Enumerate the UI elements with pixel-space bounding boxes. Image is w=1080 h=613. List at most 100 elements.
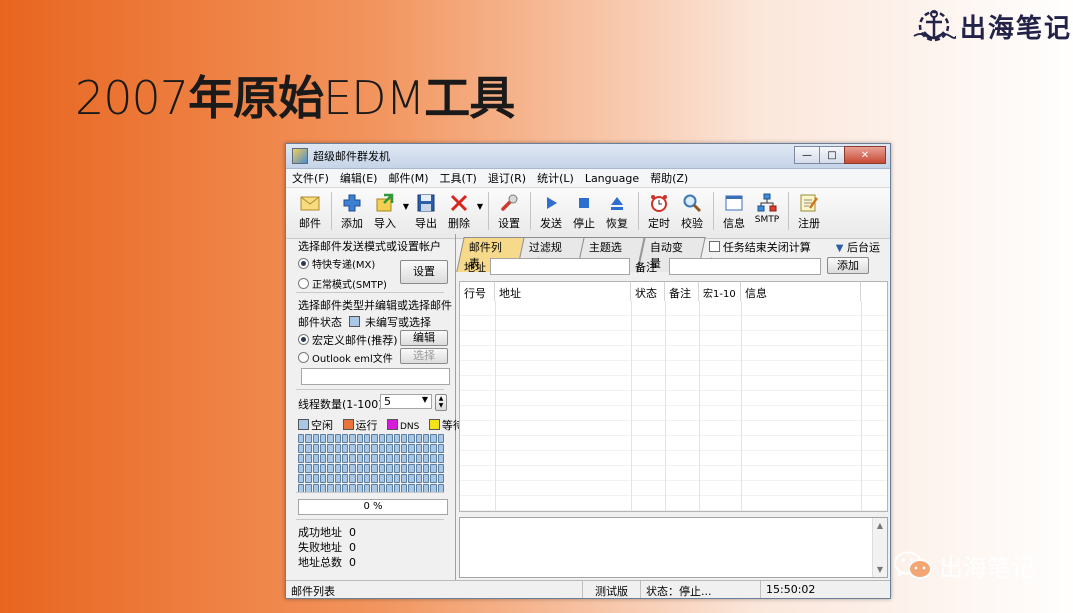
thread-cell: [320, 474, 327, 483]
column-header[interactable]: 状态: [631, 282, 665, 302]
note-label: 备注: [635, 261, 657, 274]
maximize-button[interactable]: □: [819, 146, 845, 164]
thread-cell: [312, 474, 320, 483]
worker-legend: 空闲 运行 DNS 等待: [298, 417, 464, 433]
thread-cell: [400, 434, 408, 443]
menu-language[interactable]: Language: [585, 172, 639, 185]
title-bar[interactable]: 超级邮件群发机 — □ ✕: [286, 144, 890, 169]
thread-cell: [320, 444, 327, 453]
column-header[interactable]: 备注: [665, 282, 699, 302]
thread-cell: [349, 474, 356, 483]
export-button[interactable]: 导出: [410, 192, 442, 231]
column-header[interactable]: 信息: [741, 282, 861, 302]
mail-status: 邮件状态 未编写或选择: [298, 316, 431, 329]
close-button[interactable]: ✕: [844, 146, 886, 164]
thread-cell: [320, 434, 327, 443]
checkbox: [708, 240, 720, 252]
brand-name: 出海笔记: [959, 13, 1072, 44]
menu-unsubscribe[interactable]: 退订(R): [488, 170, 526, 186]
thread-cell: [378, 464, 386, 473]
macro-mail-radio[interactable]: 宏定义邮件(推荐): [298, 332, 398, 348]
thread-cell: [422, 474, 430, 483]
column-header[interactable]: 宏1-10: [699, 282, 741, 302]
outlook-mail-radio[interactable]: Outlook eml文件: [298, 350, 393, 365]
send-button[interactable]: 发送: [535, 192, 567, 231]
status-panel-left: 邮件列表: [286, 581, 583, 598]
address-input[interactable]: [490, 258, 630, 275]
menu-file[interactable]: 文件(F): [292, 170, 329, 186]
divider: [296, 292, 444, 293]
mail-list[interactable]: [459, 301, 888, 512]
thread-cell: [298, 434, 305, 443]
toolbar-separator: [713, 192, 714, 230]
stop-button[interactable]: 停止: [568, 192, 600, 231]
legend-dns-swatch: [387, 419, 398, 430]
thread-cell: [430, 474, 437, 483]
divider: [296, 492, 444, 493]
mode-settings-button[interactable]: 设置: [400, 260, 448, 284]
thread-cell: [305, 444, 312, 453]
toolbar-separator: [638, 192, 639, 230]
verify-button[interactable]: 校验: [676, 192, 708, 231]
thread-cell: [437, 474, 444, 483]
register-button[interactable]: 注册: [793, 192, 825, 231]
thread-cell: [430, 464, 437, 473]
minimize-button[interactable]: —: [794, 146, 820, 164]
thread-cell: [298, 474, 305, 483]
stop-icon: [579, 198, 589, 208]
menu-edit[interactable]: 编辑(E): [340, 170, 378, 186]
thread-cell: [305, 474, 312, 483]
thread-cell: [364, 464, 371, 473]
thread-spinner[interactable]: ▲ ▼: [435, 394, 447, 411]
thread-cell: [408, 444, 415, 453]
menu-help[interactable]: 帮助(Z): [650, 170, 688, 186]
note-input[interactable]: [669, 258, 821, 275]
thread-cell: [312, 454, 320, 463]
menu-mail[interactable]: 邮件(M): [388, 170, 428, 186]
radio-selected: [298, 334, 309, 345]
anchor-icon: [913, 10, 956, 42]
chevron-down-icon: ▼: [835, 242, 844, 254]
info-button[interactable]: 信息: [718, 192, 750, 231]
resume-button[interactable]: 恢复: [601, 192, 633, 231]
thread-cell: [356, 434, 364, 443]
log-textarea[interactable]: ▲ ▼: [459, 517, 888, 578]
thread-cell: [364, 444, 371, 453]
import-button[interactable]: 导入 ▼: [369, 192, 409, 231]
choose-file-button[interactable]: 选择: [400, 348, 448, 364]
menu-bar: 文件(F) 编辑(E) 邮件(M) 工具(T) 退订(R) 统计(L) Lang…: [286, 169, 890, 188]
column-divider: [631, 301, 632, 511]
mode-fast-radio[interactable]: 特快专递(MX): [298, 256, 375, 271]
thread-cell: [349, 454, 356, 463]
menu-tools[interactable]: 工具(T): [440, 170, 477, 186]
thread-cell: [393, 444, 400, 453]
thread-cell: [386, 434, 393, 443]
column-header[interactable]: 行号: [460, 282, 495, 302]
thread-cell: [327, 434, 334, 443]
thread-cell: [378, 444, 386, 453]
edit-mail-button[interactable]: 编辑: [400, 330, 448, 346]
log-scrollbar[interactable]: ▲ ▼: [872, 518, 887, 577]
scroll-up-icon[interactable]: ▲: [873, 521, 887, 530]
column-header[interactable]: 地址: [495, 282, 631, 302]
mail-file-field[interactable]: [301, 368, 450, 385]
menu-stats[interactable]: 统计(L): [537, 170, 574, 186]
import-dropdown-arrow[interactable]: ▼: [403, 202, 409, 211]
delete-dropdown-arrow[interactable]: ▼: [477, 202, 483, 211]
smtp-button[interactable]: SMTP: [751, 192, 783, 225]
thread-cell: [400, 474, 408, 483]
thread-cell: [342, 464, 349, 473]
delete-button[interactable]: 删除 ▼: [443, 192, 483, 231]
thread-cell: [356, 454, 364, 463]
thread-cell: [327, 444, 334, 453]
mail-button[interactable]: 邮件: [294, 192, 326, 231]
mode-normal-radio[interactable]: 正常模式(SMTP): [298, 276, 387, 291]
scroll-down-icon[interactable]: ▼: [873, 565, 887, 574]
add-button[interactable]: 添加: [336, 192, 368, 231]
timer-button[interactable]: 定时: [643, 192, 675, 231]
settings-button[interactable]: 设置: [493, 192, 525, 231]
success-count: 成功地址 0: [298, 526, 356, 539]
add-address-button[interactable]: 添加: [827, 257, 869, 274]
thread-cell: [327, 474, 334, 483]
thread-count-select[interactable]: 5 ▼: [380, 394, 432, 409]
